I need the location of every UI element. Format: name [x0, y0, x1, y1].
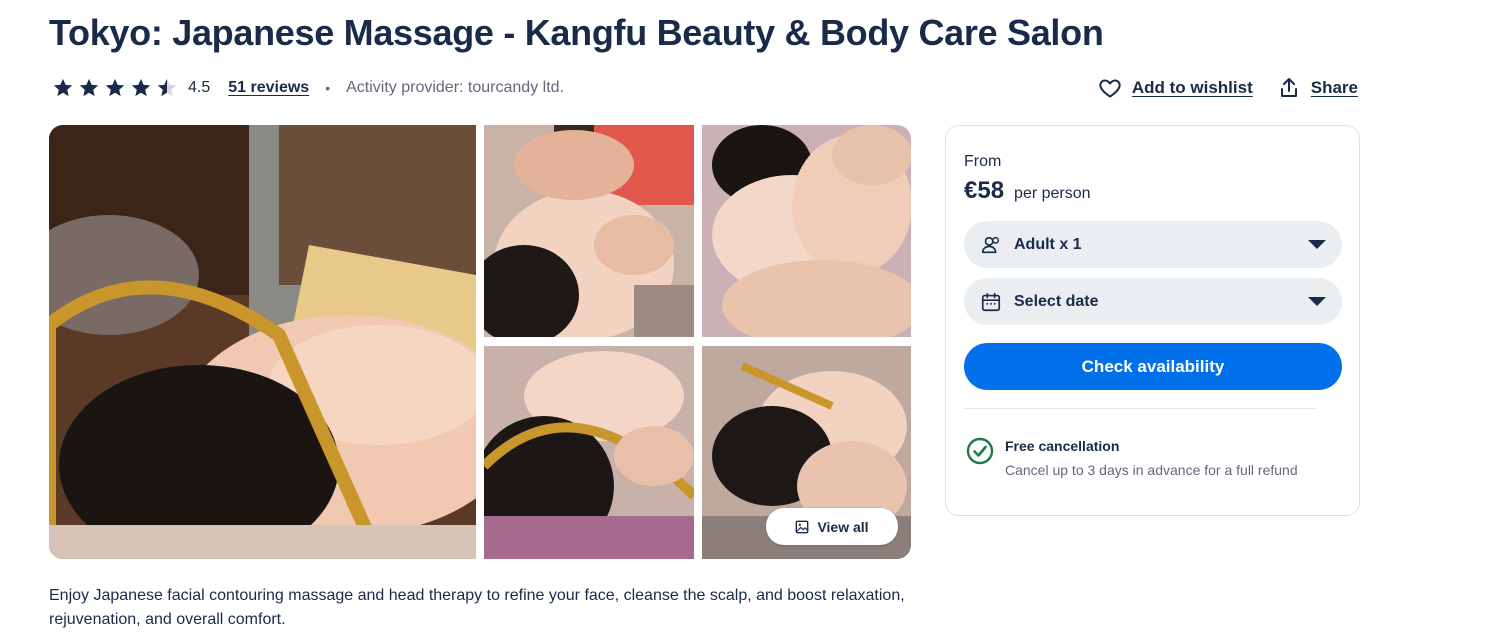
- price-row: €58 per person: [964, 177, 1091, 205]
- reviews-link[interactable]: 51 reviews: [228, 79, 309, 97]
- shoulder-massage-image: [702, 125, 911, 337]
- star-icon: [79, 78, 99, 97]
- check-circle-icon: [966, 437, 994, 465]
- chevron-down-icon: [1308, 297, 1326, 306]
- participants-value: Adult x 1: [1014, 235, 1082, 253]
- photo-gallery: View all: [49, 125, 911, 559]
- head-spa-comb-image: [484, 346, 694, 559]
- activity-description: Enjoy Japanese facial contouring massage…: [49, 587, 905, 628]
- participants-select[interactable]: Adult x 1: [964, 221, 1342, 268]
- price-value: €58: [964, 177, 1005, 204]
- star-icon: [105, 78, 125, 97]
- divider: [964, 408, 1316, 409]
- booking-card: From €58 per person Adult x 1 Select dat…: [945, 125, 1360, 516]
- wishlist-label: Add to wishlist: [1131, 78, 1253, 97]
- date-value: Select date: [1014, 292, 1099, 310]
- main-photo[interactable]: [49, 125, 476, 559]
- add-to-wishlist-button[interactable]: Add to wishlist: [1098, 76, 1253, 100]
- share-icon: [1280, 78, 1297, 97]
- gallery-photo[interactable]: [484, 125, 694, 337]
- activity-provider: Activity provider: tourcandy ltd.: [346, 79, 564, 96]
- share-label: Share: [1310, 78, 1358, 97]
- participants-icon: [981, 236, 1000, 253]
- rating-row: 4.5 51 reviews • Activity provider: tour…: [52, 74, 564, 102]
- share-button[interactable]: Share: [1277, 76, 1358, 100]
- free-cancellation-title: Free cancellation: [1005, 438, 1120, 454]
- half-star-icon: [157, 78, 177, 97]
- view-all-label: View all: [817, 518, 869, 535]
- main-photo-image: [49, 125, 476, 559]
- star-icon: [131, 78, 151, 97]
- check-availability-button[interactable]: Check availability: [964, 343, 1342, 390]
- free-cancellation-text: Cancel up to 3 days in advance for a ful…: [1005, 462, 1298, 478]
- rating-value: 4.5: [188, 79, 211, 96]
- separator-dot: •: [325, 80, 331, 96]
- star-rating: [52, 77, 178, 99]
- date-select[interactable]: Select date: [964, 278, 1342, 325]
- price-unit: per person: [1014, 185, 1091, 202]
- view-all-button[interactable]: View all: [766, 508, 898, 545]
- star-icon: [53, 78, 73, 97]
- chevron-down-icon: [1308, 240, 1326, 249]
- facial-massage-image: [484, 125, 694, 337]
- gallery-photo[interactable]: [702, 125, 911, 337]
- page-title: Tokyo: Japanese Massage - Kangfu Beauty …: [49, 12, 1104, 53]
- calendar-icon: [981, 292, 1001, 311]
- heart-icon: [1099, 79, 1121, 98]
- image-icon: [796, 520, 809, 533]
- header-actions: Add to wishlist Share: [1098, 74, 1358, 102]
- gallery-photo[interactable]: [484, 346, 694, 559]
- price-from-label: From: [964, 153, 1002, 170]
